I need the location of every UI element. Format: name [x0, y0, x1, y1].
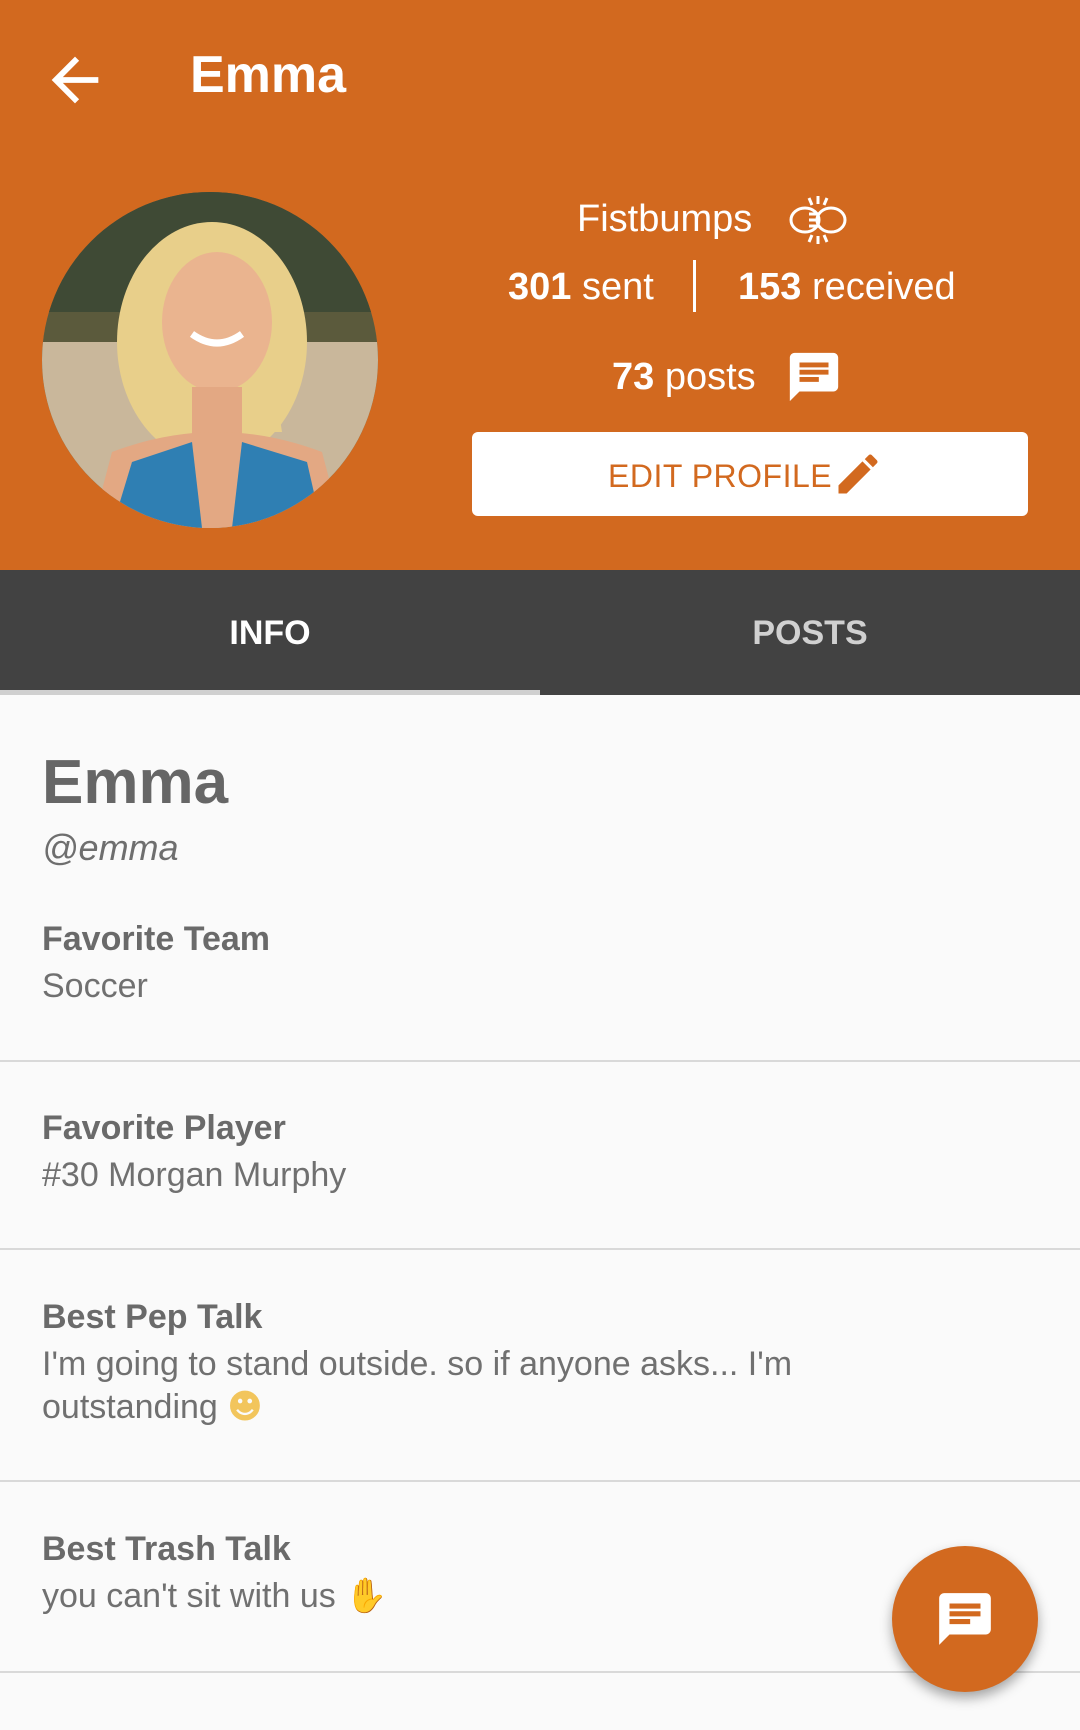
fistbumps-label: Fistbumps	[577, 198, 753, 240]
comment-icon	[789, 352, 839, 402]
toolbar-title: Emma	[190, 46, 347, 104]
tab-info[interactable]: INFO	[0, 570, 540, 695]
sent-label: sent	[571, 266, 654, 308]
profile-name: Emma	[42, 748, 229, 817]
field-label-trash-talk: Best Trash Talk	[42, 1530, 291, 1568]
tab-bar: INFO POSTS	[0, 570, 1080, 695]
profile-photo	[42, 192, 378, 528]
tab-posts-label: POSTS	[752, 614, 868, 652]
sent-count-text[interactable]: 301 sent	[508, 266, 654, 309]
arrow-back-icon	[51, 56, 99, 104]
field-label-team: Favorite Team	[42, 920, 271, 958]
posts-count-text: 73 posts	[612, 356, 756, 399]
field-value-pep-talk: I'm going to stand outside. so if anyone…	[42, 1343, 942, 1429]
tab-indicator	[0, 690, 540, 695]
raised-hand-icon: ✋	[345, 1576, 388, 1616]
pep-talk-text: I'm going to stand outside. so if anyone…	[42, 1345, 793, 1426]
posts-count: 73	[612, 356, 655, 398]
field-value-player: #30 Morgan Murphy	[42, 1156, 347, 1194]
vertical-divider	[693, 260, 696, 312]
back-button[interactable]	[40, 45, 110, 115]
message-fab[interactable]	[892, 1546, 1038, 1692]
posts-row[interactable]: 73 posts	[472, 348, 1032, 408]
field-label-pep-talk: Best Pep Talk	[42, 1298, 263, 1336]
pencil-icon	[838, 454, 878, 494]
divider	[0, 1248, 1080, 1250]
tab-posts[interactable]: POSTS	[540, 570, 1080, 695]
received-count-text[interactable]: 153 received	[738, 266, 956, 309]
fistbump-icon	[789, 196, 847, 244]
fistbumps-row: Fistbumps	[472, 190, 1032, 250]
edit-profile-label: EDIT PROFILE	[608, 458, 833, 494]
trash-talk-text: you can't sit with us	[42, 1577, 336, 1615]
edit-profile-button[interactable]: EDIT PROFILE	[472, 432, 1028, 516]
emoji-icon: ☻	[227, 1387, 263, 1427]
divider	[0, 1480, 1080, 1482]
tab-info-label: INFO	[229, 614, 311, 652]
field-value-team: Soccer	[42, 967, 148, 1005]
received-label: received	[801, 266, 956, 308]
field-value-trash-talk: you can't sit with us ✋	[42, 1575, 942, 1618]
toolbar: Emma	[0, 0, 1080, 160]
profile-handle: @emma	[42, 827, 179, 868]
divider	[0, 1060, 1080, 1062]
field-label-player: Favorite Player	[42, 1109, 286, 1147]
bump-counts: 301 sent 153 received	[472, 258, 1032, 318]
avatar[interactable]	[42, 192, 378, 528]
profile-header: Emma Fistbumps 301 sent 153 received 73 …	[0, 0, 1080, 570]
message-icon	[939, 1593, 991, 1645]
received-count: 153	[738, 266, 802, 308]
posts-label: posts	[654, 356, 756, 398]
sent-count: 301	[508, 266, 572, 308]
